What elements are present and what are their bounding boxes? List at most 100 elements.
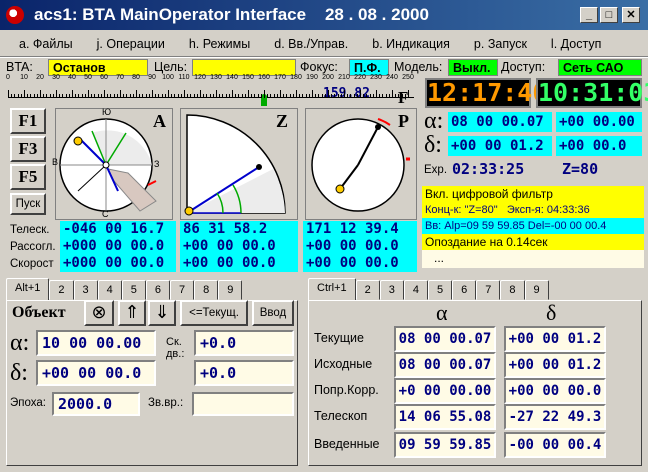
initial-alpha-value: 08 00 00.07 [394, 352, 496, 378]
scale-minor-tick [17, 94, 19, 98]
scale-major-tick [40, 90, 41, 98]
current-delta-value: +00 00 01.2 [504, 326, 606, 352]
scale-minor-tick [14, 94, 16, 98]
scale-tick-label: 190 [306, 74, 318, 81]
target-delta-value: +00 00 01.2 [448, 136, 552, 156]
object-speed-input-2[interactable]: +0.0 [194, 360, 294, 386]
scale-major-tick [152, 90, 153, 98]
right-tab-3[interactable]: 3 [379, 280, 404, 300]
menu-input-control[interactable]: d. Вв./Управ. [274, 37, 348, 51]
scale-minor-tick [27, 94, 29, 98]
scale-minor-tick [267, 94, 269, 98]
object-delta-input[interactable]: +00 00 00.0 [36, 360, 156, 386]
scale-tick-label: 60 [100, 74, 108, 81]
message-line-2: Конц-к: "Z=80" Эксп-я: 04:33:36 [422, 202, 644, 218]
dial-north-label: Ю [102, 107, 112, 117]
left-tab-3[interactable]: 3 [73, 280, 98, 300]
window-title: acs1: BTA MainOperator Interface 28 . 08… [34, 5, 429, 24]
message-line-4: Опоздание на 0.14сек [422, 234, 644, 250]
epoch-input[interactable]: 2000.0 [52, 392, 140, 416]
right-tab-2[interactable]: 2 [355, 280, 380, 300]
enter-button[interactable]: Ввод [252, 300, 294, 326]
scale-minor-tick [46, 94, 48, 98]
scale-minor-tick [363, 94, 365, 98]
scale-tick-label: 150 [242, 74, 254, 81]
right-tab-1[interactable]: Ctrl+1 [308, 278, 356, 300]
scale-tick-label: 20 [36, 74, 44, 81]
left-tab-5[interactable]: 5 [121, 280, 146, 300]
scale-major-tick [360, 90, 361, 98]
scale-major-tick [376, 90, 377, 98]
left-tab-2[interactable]: 2 [49, 280, 74, 300]
f1-button[interactable]: F1 [10, 108, 46, 134]
dial-a-letter: A [153, 111, 166, 131]
minimize-button[interactable]: _ [580, 7, 598, 23]
right-tab-8[interactable]: 8 [500, 280, 525, 300]
move-up-button[interactable]: ⇑ [118, 300, 146, 326]
right-tab-9[interactable]: 9 [524, 280, 549, 300]
app-icon [6, 6, 24, 24]
clear-object-button[interactable]: ⊗ [84, 300, 114, 326]
object-alpha-input[interactable]: 10 00 00.00 [36, 330, 156, 356]
speed-row-label: Скорост [10, 258, 54, 270]
menu-modes[interactable]: h. Режимы [189, 37, 250, 51]
object-speed-input-1[interactable]: +0.0 [194, 330, 294, 356]
scale-minor-tick [270, 94, 272, 98]
scale-tick-label: 0 [6, 74, 10, 81]
telescope-row-label: Телеск. [10, 224, 50, 236]
right-tab-4[interactable]: 4 [403, 280, 429, 300]
left-tab-9[interactable]: 9 [218, 280, 243, 300]
left-tab-4[interactable]: 4 [97, 280, 122, 300]
f3-button[interactable]: F3 [10, 136, 46, 162]
menu-operations[interactable]: j. Операции [97, 37, 165, 51]
menu-indication[interactable]: b. Индикация [372, 37, 450, 51]
scale-minor-tick [289, 94, 291, 98]
scale-major-tick [184, 90, 185, 98]
left-tab-7[interactable]: 7 [170, 280, 195, 300]
right-tab-6[interactable]: 6 [452, 280, 477, 300]
scale-minor-tick [228, 94, 230, 98]
right-tab-5[interactable]: 5 [428, 280, 453, 300]
scale-minor-tick [158, 94, 160, 98]
scale-minor-tick [209, 94, 211, 98]
right-tab-7[interactable]: 7 [476, 280, 501, 300]
scale-tick-label: 230 [370, 74, 382, 81]
scale-minor-tick [68, 94, 70, 98]
mismatch-row-label: Рассогл. [10, 241, 56, 253]
scale-minor-tick [347, 94, 349, 98]
position-angle-speed-value: +00 00 00.0 [303, 255, 417, 272]
maximize-button[interactable]: □ [600, 7, 618, 23]
telescope-delta-value: -27 22 49.3 [504, 404, 606, 430]
menu-files[interactable]: a. Файлы [19, 37, 73, 51]
scale-minor-tick [171, 94, 173, 98]
scale-major-tick [280, 90, 281, 98]
scale-minor-tick [142, 94, 144, 98]
move-down-button[interactable]: ⇓ [148, 300, 176, 326]
scale-minor-tick [212, 94, 214, 98]
scale-tick-label: 50 [84, 74, 92, 81]
scale-minor-tick [353, 94, 355, 98]
scale-minor-tick [337, 94, 339, 98]
initial-delta-value: +00 00 01.2 [504, 352, 606, 378]
left-tab-1[interactable]: Alt+1 [6, 278, 50, 300]
left-tab-6[interactable]: 6 [145, 280, 171, 300]
scale-minor-tick [395, 94, 397, 98]
scale-major-tick [232, 90, 233, 98]
scale-major-tick [24, 90, 25, 98]
scale-tick-label: 210 [338, 74, 350, 81]
left-tab-8[interactable]: 8 [194, 280, 219, 300]
scale-minor-tick [350, 94, 352, 98]
start-button[interactable]: Пуск [10, 193, 46, 215]
close-button[interactable]: ✕ [622, 7, 640, 23]
scale-minor-tick [318, 94, 320, 98]
menu-separator [0, 56, 648, 58]
scale-minor-tick [401, 94, 403, 98]
scale-minor-tick [107, 94, 109, 98]
f5-button[interactable]: F5 [10, 164, 46, 190]
alpha-column-header: α [436, 300, 448, 325]
sidereal-time-input[interactable] [192, 392, 294, 416]
copy-current-button[interactable]: <=Текущ. [180, 300, 248, 326]
correction-delta-value: +00 00 00.0 [504, 378, 606, 404]
menu-access[interactable]: l. Доступ [551, 37, 601, 51]
menu-launch[interactable]: p. Запуск [474, 37, 527, 51]
